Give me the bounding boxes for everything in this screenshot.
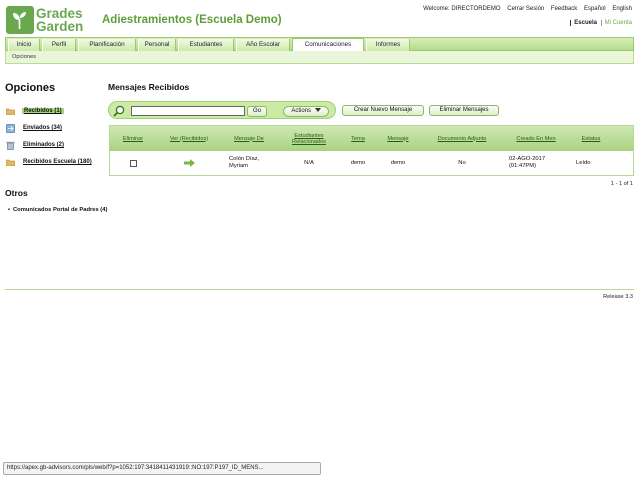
logout-link[interactable]: Cerrar Sesión bbox=[507, 6, 544, 12]
top-links: Welcome: DIRECTORDEMO Cerrar Sesión Feed… bbox=[418, 6, 632, 12]
tab-inicio[interactable]: Inicio bbox=[8, 39, 40, 51]
cell-ver bbox=[156, 151, 222, 175]
col-eliminar[interactable]: Eliminar bbox=[110, 126, 156, 151]
context-switch: Escuela Mi Cuenta bbox=[570, 20, 632, 26]
cell-mensaje-de: Colón Díaz, Myriam bbox=[229, 156, 260, 169]
messages-table: Eliminar Ver (Recibidos) Mensaje De Estu… bbox=[109, 125, 634, 176]
tab-estudiantes[interactable]: Estudiantes bbox=[178, 39, 234, 51]
chevron-down-icon bbox=[314, 107, 321, 112]
footer-divider bbox=[5, 289, 634, 290]
col-estatus[interactable]: Estatus bbox=[570, 126, 612, 151]
search-input[interactable] bbox=[131, 106, 245, 116]
escuela-link[interactable]: Escuela bbox=[570, 20, 597, 26]
col-mensaje-de[interactable]: Mensaje De bbox=[222, 126, 276, 151]
search-bar: Go Actions bbox=[108, 101, 336, 119]
language-english-link[interactable]: English bbox=[612, 6, 632, 12]
eliminar-mensajes-button[interactable]: Eliminar Mensajes bbox=[429, 105, 499, 116]
tab-informes[interactable]: Informes bbox=[366, 39, 410, 51]
app-title: Adiestramientos (Escuela Demo) bbox=[102, 14, 282, 26]
folder-recibidos-label: Recibidos (1) bbox=[22, 108, 64, 114]
opciones-heading: Opciones bbox=[5, 82, 56, 94]
page-title: Mensajes Recibidos bbox=[108, 82, 190, 92]
feedback-link[interactable]: Feedback bbox=[551, 6, 577, 12]
release-text: Release 3.3 bbox=[603, 294, 633, 300]
col-documento-adjunto[interactable]: Documento Adjunto bbox=[422, 126, 502, 151]
crear-nuevo-mensaje-button[interactable]: Crear Nuevo Mensaje bbox=[342, 105, 424, 116]
folder-recibidos-escuela-label: Recibidos Escuela (180) bbox=[23, 159, 92, 165]
arrow-right-icon[interactable] bbox=[183, 159, 195, 167]
tab-ano-escolar[interactable]: Año Escolar bbox=[236, 39, 290, 51]
browser-status-url: https://apex.gb-advisors.com/pls/web/f?p… bbox=[3, 462, 321, 475]
comunicados-portal-padres-label: Comunicados Portal de Padres (4) bbox=[13, 207, 108, 213]
cell-adjunto: No bbox=[458, 159, 466, 166]
folder-enviados[interactable]: Enviados (34) bbox=[6, 124, 126, 134]
language-spanish-link[interactable]: Español bbox=[584, 6, 606, 12]
cell-eliminar bbox=[110, 151, 156, 175]
table-row: Colón Díaz, Myriam N/A demo demo No 02-A… bbox=[110, 151, 633, 175]
cell-creado: 02-AGO-2017 (01:47PM) bbox=[509, 156, 546, 169]
folder-enviados-label: Enviados (34) bbox=[23, 125, 63, 131]
cell-mensaje: demo bbox=[390, 159, 406, 166]
folder-open-icon bbox=[6, 108, 15, 115]
trash-icon bbox=[6, 141, 15, 150]
col-ver-recibidos[interactable]: Ver (Recibidos) bbox=[156, 126, 222, 151]
sub-nav: Opciones bbox=[5, 51, 634, 64]
tab-perfil[interactable]: Perfil bbox=[42, 39, 76, 51]
actions-menu-button[interactable]: Actions bbox=[283, 105, 329, 117]
folder-icon bbox=[6, 159, 15, 166]
mi-cuenta-link[interactable]: Mi Cuenta bbox=[600, 20, 632, 26]
go-button[interactable]: Go bbox=[247, 105, 267, 117]
folder-eliminados-label: Eliminados (2) bbox=[23, 142, 65, 148]
col-tema[interactable]: Tema bbox=[342, 126, 374, 151]
main-nav: Inicio Perfil Planificación Personal Est… bbox=[5, 37, 634, 52]
search-icon bbox=[113, 105, 125, 117]
tab-comunicaciones[interactable]: Comunicaciones bbox=[292, 38, 364, 52]
delete-checkbox[interactable] bbox=[129, 159, 137, 167]
sprout-icon bbox=[13, 12, 26, 29]
tab-planificacion[interactable]: Planificación bbox=[78, 39, 136, 51]
pagination-text: 1 - 1 of 1 bbox=[610, 181, 633, 187]
subnav-opciones[interactable]: Opciones bbox=[12, 54, 36, 60]
tab-personal[interactable]: Personal bbox=[138, 39, 176, 51]
cell-estatus: Leído bbox=[576, 159, 591, 166]
col-creado-en[interactable]: Creado En Men bbox=[502, 126, 570, 151]
col-mensaje[interactable]: Mensaje bbox=[374, 126, 422, 151]
welcome-text: Welcome: DIRECTORDEMO bbox=[423, 6, 501, 12]
actions-label: Actions bbox=[291, 107, 311, 114]
bullet: • bbox=[8, 207, 11, 213]
col-estudiantes-relacionados[interactable]: Estudiantes Relacionados bbox=[276, 126, 342, 151]
folder-eliminados[interactable]: Eliminados (2) bbox=[6, 141, 126, 151]
sent-icon bbox=[6, 124, 15, 133]
logo-mark bbox=[6, 6, 34, 34]
cell-tema: demo bbox=[350, 159, 366, 166]
grades-garden-logo[interactable]: Grades Garden bbox=[6, 5, 92, 35]
cell-estudiantes: N/A bbox=[304, 159, 314, 166]
folder-recibidos-escuela[interactable]: Recibidos Escuela (180) bbox=[6, 158, 126, 168]
table-header: Eliminar Ver (Recibidos) Mensaje De Estu… bbox=[110, 126, 633, 151]
logo-text-line2: Garden bbox=[36, 19, 84, 34]
otros-heading: Otros bbox=[5, 188, 28, 198]
